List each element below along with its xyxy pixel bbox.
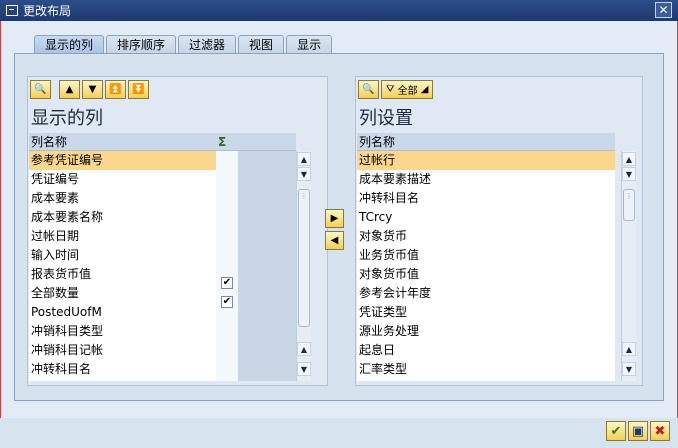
list-item[interactable]: 源业务处理 <box>357 322 615 341</box>
list-item[interactable]: 起息日 <box>357 341 615 360</box>
move-left-icon[interactable]: ◀ <box>325 231 344 250</box>
list-item[interactable]: 参考会计年度 <box>357 284 615 303</box>
find-icon[interactable]: 🔍 <box>358 79 379 99</box>
chevron-down-icon: ◢ <box>417 83 429 95</box>
filter-icon: ⛛ <box>386 83 398 95</box>
list-item[interactable]: 汇率类型 <box>357 360 615 379</box>
move-top-icon[interactable]: ⏫ <box>105 79 126 99</box>
window-icon <box>6 5 18 16</box>
scroll-thumb[interactable]: ⋮ <box>623 189 635 221</box>
filter-label: 全部 <box>397 85 418 97</box>
list-item[interactable]: 对象货币 <box>357 227 615 246</box>
right-panel-title: 列设置 <box>359 108 413 129</box>
tab-filter[interactable]: 过滤器 <box>178 35 237 54</box>
filter-dropdown[interactable]: ⛛ 全部 ◢ <box>381 79 434 99</box>
list-item[interactable]: 冲销科目类型 <box>29 322 216 341</box>
move-down-icon[interactable]: ▼ <box>82 79 103 99</box>
tab-view[interactable]: 视图 <box>238 35 285 54</box>
scroll-down-icon[interactable]: ▼ <box>297 362 311 376</box>
scroll-down-icon[interactable]: ▼ <box>297 167 311 181</box>
tab-displayed-columns[interactable]: 显示的列 <box>34 35 105 55</box>
list-item[interactable]: 成本要素 <box>29 189 216 208</box>
cancel-icon[interactable]: ✖ <box>650 421 670 441</box>
right-scrollbar[interactable]: ▲ ▼ ⋮ ▲ ▼ <box>621 151 636 381</box>
tab-strip: 显示的列 排序顺序 过滤器 视图 显示 <box>34 35 334 55</box>
list-item[interactable]: 参考凭证编号 <box>29 151 216 170</box>
right-column-list: 过帐行 成本要素描述 冲转科目名 TCrcy 对象货币 业务货币值 对象货币值 … <box>357 151 615 381</box>
left-column-list: 参考凭证编号 凭证编号 成本要素 成本要素名称 过帐日期 输入时间 报表货币值 … <box>29 151 216 381</box>
left-spacer-column <box>238 151 296 381</box>
list-item[interactable]: 成本要素名称 <box>29 208 216 227</box>
list-item[interactable]: 报表货币值 <box>29 265 216 284</box>
displayed-columns-panel: 🔍 ▲ ▼ ⏫ ⏬ 显示的列 列名称 Σ 参考凭证编号 凭证编号 成本要素 成本… <box>27 76 328 386</box>
window-title: 更改布局 <box>23 4 72 18</box>
move-bottom-icon[interactable]: ⏬ <box>128 79 149 99</box>
left-scrollbar[interactable]: ▲ ▼ ⋮ ▲ ▼ <box>296 151 311 381</box>
scroll-down-icon[interactable]: ▼ <box>622 167 636 181</box>
sum-icon[interactable]: Σ <box>216 133 296 151</box>
move-up-icon[interactable]: ▲ <box>59 79 80 99</box>
scroll-up-icon[interactable]: ▲ <box>622 152 636 166</box>
list-item[interactable]: 全部数量 <box>29 284 216 303</box>
right-toolbar: 🔍 ⛛ 全部 ◢ <box>356 77 435 101</box>
list-item[interactable]: 业务货币值 <box>357 246 615 265</box>
tab-panel: 🔍 ▲ ▼ ⏫ ⏬ 显示的列 列名称 Σ 参考凭证编号 凭证编号 成本要素 成本… <box>14 53 664 401</box>
find-icon[interactable]: 🔍 <box>30 79 51 99</box>
list-item[interactable]: TCrcy <box>357 208 615 227</box>
scroll-down-icon[interactable]: ▼ <box>622 362 636 376</box>
move-right-icon[interactable]: ▶ <box>325 209 344 228</box>
list-item[interactable]: 凭证编号 <box>29 170 216 189</box>
scroll-thumb[interactable]: ⋮ <box>298 189 310 327</box>
left-toolbar: 🔍 ▲ ▼ ⏫ ⏬ <box>28 77 151 101</box>
save-icon[interactable]: ▣ <box>628 421 648 441</box>
list-item[interactable]: 过帐日期 <box>29 227 216 246</box>
tab-display[interactable]: 显示 <box>286 35 333 54</box>
sum-checkbox[interactable]: ✔ <box>221 296 233 308</box>
list-item[interactable]: PostedUofM <box>29 303 216 322</box>
scroll-up-icon[interactable]: ▲ <box>297 342 311 356</box>
scroll-up-icon[interactable]: ▲ <box>297 152 311 166</box>
column-settings-panel: 🔍 ⛛ 全部 ◢ 列设置 列名称 过帐行 成本要素描述 冲转科目名 TCrcy … <box>355 76 643 386</box>
right-column-header: 列名称 <box>357 133 615 151</box>
list-item[interactable]: 过帐行 <box>357 151 615 170</box>
list-item[interactable]: 对象货币值 <box>357 265 615 284</box>
list-item[interactable]: 凭证类型 <box>357 303 615 322</box>
left-panel-title: 显示的列 <box>31 108 103 129</box>
list-item[interactable]: 冲转科目名 <box>357 189 615 208</box>
list-item[interactable]: 成本要素描述 <box>357 170 615 189</box>
footer-bar <box>0 418 678 448</box>
sum-checkbox-column <box>216 151 238 381</box>
scroll-up-icon[interactable]: ▲ <box>622 342 636 356</box>
sum-checkbox[interactable]: ✔ <box>221 277 233 289</box>
title-bar: 更改布局 ✕ <box>0 0 678 21</box>
tab-sort-order[interactable]: 排序顺序 <box>106 35 177 54</box>
list-item[interactable]: 输入时间 <box>29 246 216 265</box>
confirm-icon[interactable]: ✔ <box>606 421 626 441</box>
list-item[interactable]: 冲转科目名 <box>29 360 216 379</box>
list-item[interactable]: 冲销科目记帐 <box>29 341 216 360</box>
left-column-header: 列名称 <box>29 133 216 151</box>
close-icon[interactable]: ✕ <box>655 2 672 18</box>
